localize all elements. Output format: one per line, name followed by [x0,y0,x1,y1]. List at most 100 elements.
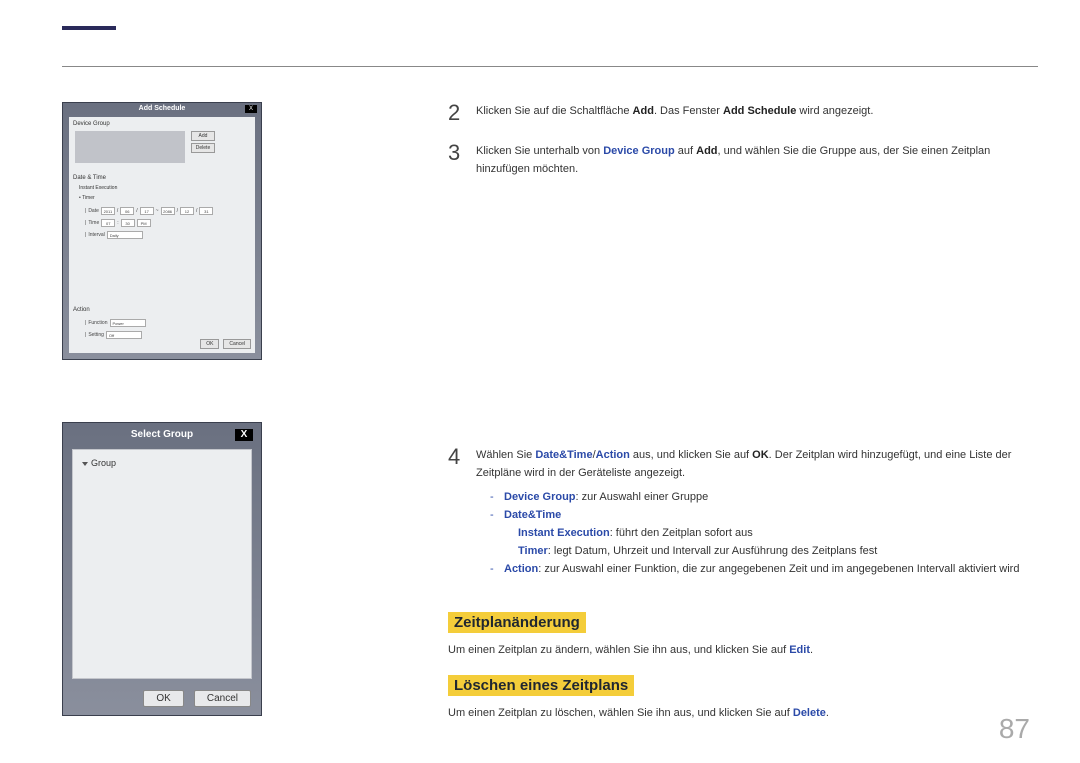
bold-delete: Delete [793,707,826,719]
ok-button: OK [143,690,183,707]
text: Klicken Sie unterhalb von [476,145,603,157]
step-text: Klicken Sie unterhalb von Device Group a… [476,142,1038,178]
select-group-screenshot: Select Group X Group OK Cancel [62,422,262,716]
time-row: | Time 07:30 PM [85,219,151,227]
date-month1: 06 [120,207,134,215]
timer-option: • Timer [79,195,95,201]
text: Wählen Sie [476,449,535,461]
device-group-box [75,131,185,163]
delete-section: Löschen eines Zeitplans Um einen Zeitpla… [448,659,1038,722]
section-text: Um einen Zeitplan zu ändern, wählen Sie … [448,641,1038,659]
tree-expand-icon [82,462,88,466]
timer-label: Timer [82,195,95,201]
time-label: Time [88,220,99,226]
change-section: Zeitplanänderung Um einen Zeitplan zu än… [448,596,1038,659]
dialog-title: Add Schedule [63,105,261,112]
setting-row: | Setting Off [85,331,142,339]
add-button: Add [191,131,215,141]
step-number: 3 [448,142,476,164]
bullet-list: Device Group: zur Auswahl einer Gruppe D… [490,488,1038,578]
date-row: | Date 2011/06/17 ~ 2086/12/31 [85,207,213,215]
text: : zur Auswahl einer Gruppe [576,491,709,503]
text: wird angezeigt. [796,105,873,117]
date-year1: 2011 [101,207,115,215]
date-day2: 31 [199,207,213,215]
step-text: Klicken Sie auf die Schaltfläche Add. Da… [476,102,873,120]
step-text: Wählen Sie Date&Time/Action aus, und kli… [476,446,1038,578]
function-row: | Function Power [85,319,146,327]
date-month2: 12 [180,207,194,215]
bold-add: Add [633,105,654,117]
text: : legt Datum, Uhrzeit und Intervall zur … [548,545,878,557]
interval-select: Daily [107,231,143,239]
text: auf [675,145,696,157]
delete-button: Delete [191,143,215,153]
sub-item: Timer: legt Datum, Uhrzeit und Intervall… [518,542,1038,560]
header-accent [62,26,116,30]
bold-add-schedule: Add Schedule [723,105,796,117]
date-label: Date [88,208,99,214]
setting-label: Setting [88,332,104,338]
date-day1: 17 [140,207,154,215]
function-select: Power [110,319,146,327]
bold-action: Action [504,563,538,575]
text: . [826,707,829,719]
sub-item: Instant Execution: führt den Zeitplan so… [518,524,1038,542]
list-item: Device Group: zur Auswahl einer Gruppe [490,488,1038,506]
text: : führt den Zeitplan sofort aus [610,527,753,539]
list-item: Action: zur Auswahl einer Funktion, die … [490,560,1038,578]
bold-ok: OK [752,449,769,461]
step-number: 2 [448,102,476,124]
page-number: 87 [999,713,1030,745]
cancel-button: Cancel [223,339,251,349]
add-schedule-screenshot: Add Schedule X Device Group Add Delete D… [62,102,262,360]
right-column: 2 Klicken Sie auf die Schaltfläche Add. … [448,102,1038,722]
close-icon: X [245,105,257,113]
action-section-label: Action [73,307,90,313]
bold-action: Action [596,449,630,461]
bold-timer: Timer [518,545,548,557]
text: Um einen Zeitplan zu löschen, wählen Sie… [448,707,793,719]
dialog-panel: Device Group Add Delete Date & Time Inst… [69,117,255,353]
bold-device-group: Device Group [504,491,576,503]
text: : zur Auswahl einer Funktion, die zur an… [538,563,1019,575]
device-group-label: Device Group [69,119,114,129]
group-panel: Group [72,449,252,679]
section-heading-delete: Löschen eines Zeitplans [448,675,634,696]
document-page: Add Schedule X Device Group Add Delete D… [0,0,1080,763]
date-year2: 2086 [161,207,175,215]
step-4: 4 Wählen Sie Date&Time/Action aus, und k… [448,446,1038,578]
left-column: Add Schedule X Device Group Add Delete D… [62,102,262,716]
time-min: 30 [121,219,135,227]
interval-row: | Interval Daily [85,231,143,239]
list-item: Date&Time Instant Execution: führt den Z… [490,506,1038,560]
group-tree-item: Group [83,458,116,468]
section-heading-change: Zeitplanänderung [448,612,586,633]
bold-datetime: Date&Time [535,449,592,461]
bold-add: Add [696,145,717,157]
text: . Das Fenster [654,105,723,117]
bold-instant-execution: Instant Execution [518,527,610,539]
group-label: Group [91,458,116,468]
time-hour: 07 [101,219,115,227]
text: Um einen Zeitplan zu ändern, wählen Sie … [448,644,789,656]
section-text: Um einen Zeitplan zu löschen, wählen Sie… [448,704,1038,722]
setting-select: Off [106,331,142,339]
datetime-label: Date & Time [73,175,106,181]
dialog-title: Select Group [63,429,261,440]
dialog-footer: OK Cancel [143,690,251,707]
interval-label: Interval [88,232,104,238]
step-number: 4 [448,446,476,468]
bold-datetime: Date&Time [504,509,561,521]
step-3: 3 Klicken Sie unterhalb von Device Group… [448,142,1038,178]
instant-execution-option: Instant Execution [79,185,117,191]
text: Klicken Sie auf die Schaltfläche [476,105,633,117]
bold-edit: Edit [789,644,810,656]
bold-device-group: Device Group [603,145,675,157]
close-icon: X [235,429,253,441]
dialog-footer: OK Cancel [200,339,251,349]
cancel-button: Cancel [194,690,251,707]
step-2: 2 Klicken Sie auf die Schaltfläche Add. … [448,102,1038,124]
text: . [810,644,813,656]
time-ampm: PM [137,219,151,227]
